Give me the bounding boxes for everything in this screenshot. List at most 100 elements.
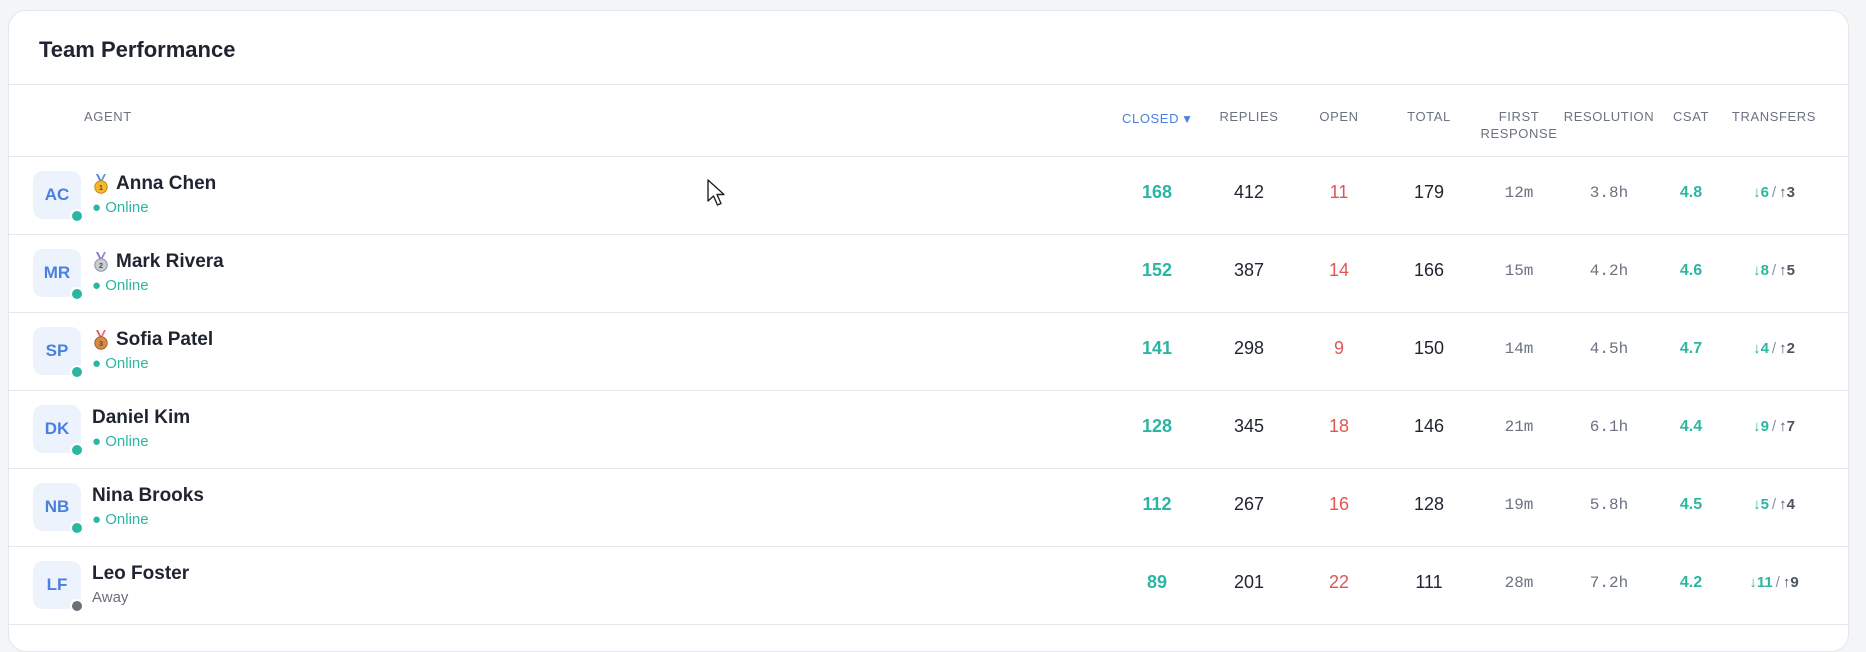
open-count: 9	[1333, 338, 1344, 358]
column-header-csat[interactable]: CSAT	[1656, 108, 1726, 125]
agent-name-text: Daniel Kim	[92, 407, 191, 428]
transfers-out: ↑7	[1779, 418, 1795, 435]
agent-status: ● Online	[92, 199, 149, 216]
first-response-time: 21m	[1504, 418, 1534, 436]
column-header-closed[interactable]: CLOSED ▼	[1122, 110, 1212, 128]
team-performance-card: Team Performance AGENT CLOSED ▼ REPLIES O…	[8, 10, 1849, 652]
transfers-out: ↑4	[1779, 496, 1795, 513]
transfers-in: ↓8	[1753, 262, 1769, 279]
open-count: 14	[1328, 260, 1350, 280]
table-row[interactable]: MR 2 Mark Rivera ● Online 152 387 14 166 15m 4.2h…	[9, 234, 1848, 313]
transfers-out: ↑5	[1779, 262, 1795, 279]
replies-count: 201	[1233, 572, 1265, 592]
closed-count: 152	[1141, 260, 1173, 280]
agent-status: ● Online	[92, 355, 149, 372]
table-row[interactable]: NB Nina Brooks ● Online 112 267 16 128 19m 5.8h 4…	[9, 468, 1848, 547]
transfers-separator: /	[1771, 418, 1777, 435]
csat-score: 4.2	[1679, 574, 1703, 591]
open-count: 16	[1328, 494, 1350, 514]
column-header-open[interactable]: OPEN	[1294, 108, 1384, 125]
total-count: 150	[1413, 338, 1445, 358]
total-count: 166	[1413, 260, 1445, 280]
transfers-in: ↓4	[1753, 340, 1769, 357]
agent-status: ● Online	[92, 277, 149, 294]
transfers: ↓11/↑9	[1729, 574, 1819, 591]
replies-count: 345	[1233, 416, 1265, 436]
status-dot-icon	[70, 443, 84, 457]
first-response-time: 28m	[1504, 574, 1534, 592]
agent-name[interactable]: Daniel Kim	[92, 407, 190, 429]
agent-status: Away	[92, 589, 129, 606]
column-header-resolution[interactable]: RESOLUTION	[1561, 108, 1657, 125]
table-header: AGENT CLOSED ▼ REPLIES OPEN TOTAL FIRST RE…	[9, 84, 1848, 157]
agent-status: ● Online	[92, 433, 149, 450]
gold-medal-icon: 1	[94, 174, 108, 194]
agent-name[interactable]: Leo Foster	[92, 563, 189, 585]
transfers-separator: /	[1771, 184, 1777, 201]
column-header-replies[interactable]: REPLIES	[1204, 108, 1294, 125]
agent-status: ● Online	[92, 511, 149, 528]
transfers-separator: /	[1771, 340, 1777, 357]
resolution-time: 5.8h	[1589, 496, 1629, 514]
first-response-time: 19m	[1504, 496, 1534, 514]
replies-count: 412	[1233, 182, 1265, 202]
table-row[interactable]: LF Leo Foster Away 89 201 22 111 28m 7.2h 4.2 ↓11/…	[9, 546, 1848, 625]
total-count: 111	[1415, 572, 1443, 592]
transfers: ↓9/↑7	[1729, 418, 1819, 435]
mouse-cursor-icon	[707, 179, 725, 206]
total-count: 146	[1413, 416, 1445, 436]
closed-count: 89	[1146, 572, 1168, 592]
csat-score: 4.5	[1679, 496, 1703, 513]
table-row[interactable]: SP 3 Sofia Patel ● Online 141 298 9 150 14m 4.5h 4…	[9, 312, 1848, 391]
transfers: ↓5/↑4	[1729, 496, 1819, 513]
silver-medal-icon: 2	[94, 252, 108, 272]
status-dot-icon	[70, 209, 84, 223]
status-dot-icon	[70, 287, 84, 301]
column-header-first-response-line1: FIRST	[1498, 109, 1540, 124]
agent-name-text: Anna Chen	[116, 173, 217, 194]
column-header-first-response[interactable]: FIRST RESPONSE	[1474, 108, 1564, 142]
transfers-out: ↑2	[1779, 340, 1795, 357]
column-header-closed-label: CLOSED	[1122, 111, 1180, 126]
csat-score: 4.6	[1679, 262, 1703, 279]
column-header-agent[interactable]: AGENT	[84, 108, 132, 125]
total-count: 179	[1413, 182, 1445, 202]
transfers-in: ↓5	[1753, 496, 1769, 513]
first-response-time: 15m	[1504, 262, 1534, 280]
transfers-in: ↓6	[1753, 184, 1769, 201]
agent-name-text: Mark Rivera	[116, 251, 224, 272]
resolution-time: 6.1h	[1589, 418, 1629, 436]
status-dot-icon	[70, 365, 84, 379]
svg-text:1: 1	[99, 183, 103, 192]
transfers: ↓8/↑5	[1729, 262, 1819, 279]
bronze-medal-icon: 3	[94, 330, 108, 350]
closed-count: 168	[1141, 182, 1173, 202]
closed-count: 128	[1141, 416, 1173, 436]
transfers-separator: /	[1775, 574, 1780, 591]
column-header-first-response-line2: RESPONSE	[1480, 126, 1558, 141]
agent-name[interactable]: Nina Brooks	[92, 485, 204, 507]
transfers-out: ↑3	[1779, 184, 1795, 201]
table-row[interactable]: AC 1 Anna Chen ● Online 168 412 11 179 12m 3.8h 4.…	[9, 156, 1848, 235]
total-count: 128	[1413, 494, 1445, 514]
agent-name[interactable]: 2 Mark Rivera	[92, 251, 224, 273]
transfers-in: ↓11	[1749, 574, 1773, 591]
agent-name[interactable]: 3 Sofia Patel	[92, 329, 213, 351]
agent-name[interactable]: 1 Anna Chen	[92, 173, 216, 195]
csat-score: 4.8	[1679, 184, 1703, 201]
replies-count: 298	[1233, 338, 1265, 358]
closed-count: 112	[1142, 494, 1172, 514]
transfers: ↓4/↑2	[1729, 340, 1819, 357]
status-dot-icon	[70, 521, 84, 535]
agent-name-text: Sofia Patel	[116, 329, 214, 350]
column-header-transfers[interactable]: TRANSFERS	[1729, 108, 1819, 125]
open-count: 22	[1328, 572, 1350, 592]
agent-name-text: Leo Foster	[92, 563, 190, 584]
transfers-separator: /	[1771, 496, 1777, 513]
transfers: ↓6/↑3	[1729, 184, 1819, 201]
sort-descending-icon: ▼	[1181, 112, 1194, 126]
column-header-total[interactable]: TOTAL	[1384, 108, 1474, 125]
svg-text:2: 2	[99, 261, 103, 270]
table-row[interactable]: DK Daniel Kim ● Online 128 345 18 146 21m 6.1h 4.…	[9, 390, 1848, 469]
replies-count: 387	[1233, 260, 1265, 280]
